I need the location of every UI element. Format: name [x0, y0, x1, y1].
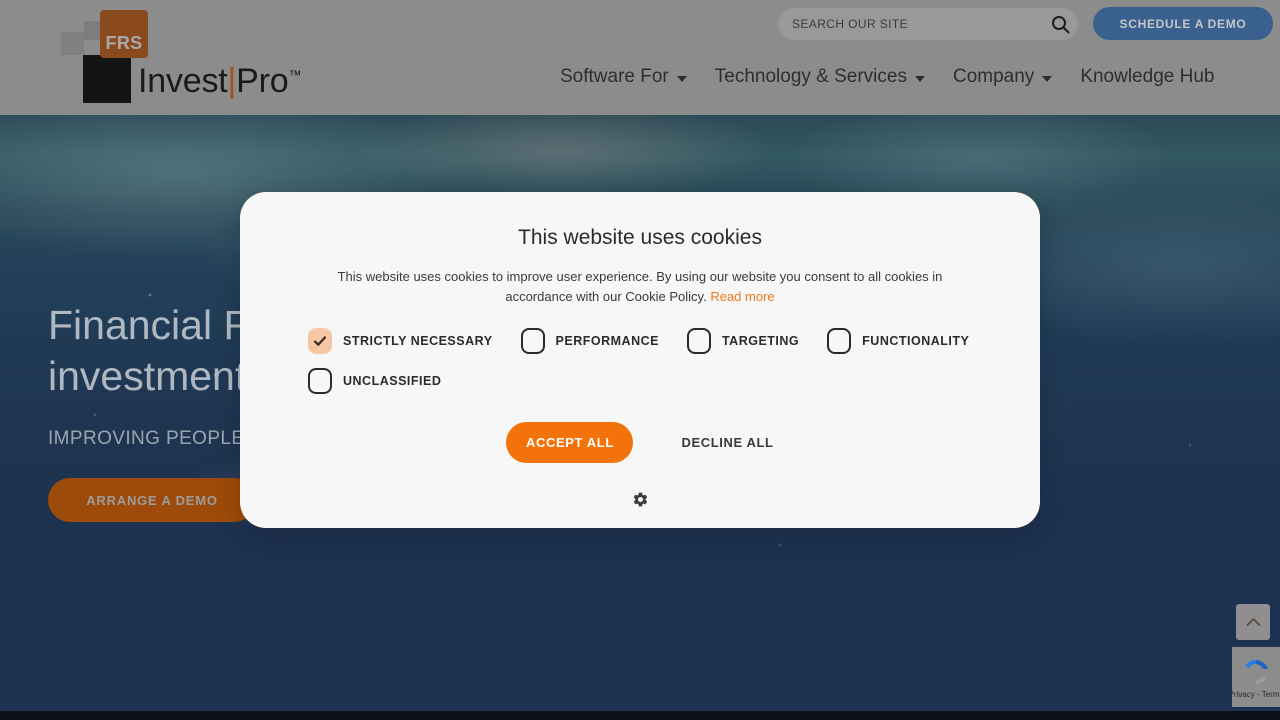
cookie-category-strictly-necessary[interactable]: STRICTLY NECESSARY [308, 328, 493, 354]
site-header: FRS Invest|Pro™ SCHEDULE A DEMO Software… [0, 0, 1280, 115]
cookie-action-buttons: ACCEPT ALL DECLINE ALL [280, 422, 1000, 463]
cookie-category-label: PERFORMANCE [555, 334, 659, 348]
chevron-down-icon[interactable] [1042, 75, 1053, 82]
recaptcha-badge[interactable]: Privacy - Terms [1232, 647, 1280, 707]
cookie-category-label: UNCLASSIFIED [343, 374, 442, 388]
logo-square-black [83, 55, 131, 103]
cookie-category-label: TARGETING [721, 334, 800, 348]
accept-all-button[interactable]: ACCEPT ALL [506, 422, 634, 463]
logo-frs-badge: FRS [100, 10, 148, 58]
cookie-category-label: STRICTLY NECESSARY [343, 334, 493, 348]
nav-item-software-for[interactable]: Software For [560, 66, 687, 88]
cookie-description-text: This website uses cookies to improve use… [337, 269, 943, 304]
frs-investpro-logo[interactable]: FRS Invest|Pro™ [28, 10, 328, 106]
arrange-demo-button[interactable]: ARRANGE A DEMO [48, 478, 256, 522]
nav-label-knowledge-hub: Knowledge Hub [1080, 66, 1215, 87]
nav-label-technology-services: Technology & Services [714, 66, 907, 87]
gear-icon [633, 492, 647, 507]
nav-item-company[interactable]: Company [952, 66, 1053, 88]
logo-wordmark: Invest|Pro™ [138, 62, 301, 101]
cookie-consent-dialog: This website uses cookies This website u… [240, 192, 1040, 528]
logo-wordmark-pro: Pro [236, 62, 289, 100]
check-icon [313, 336, 327, 346]
checkbox-unclassified[interactable] [308, 368, 332, 394]
nav-item-technology-services[interactable]: Technology & Services [715, 66, 925, 88]
cookie-category-list: STRICTLY NECESSARY PERFORMANCE TARGETING… [280, 328, 1000, 394]
logo-wordmark-divider: | [227, 62, 237, 100]
chevron-up-icon [1246, 618, 1260, 626]
logo-frs-text: FRS [105, 33, 143, 53]
chevron-down-icon[interactable] [914, 75, 925, 82]
decline-all-button[interactable]: DECLINE ALL [681, 435, 773, 450]
scroll-to-top-button[interactable] [1236, 604, 1270, 640]
nav-label-company: Company [952, 66, 1035, 87]
page-root: Financial Risk Solutions (FRS) Invest|Pr… [0, 0, 1280, 720]
read-more-link[interactable]: Read more [710, 289, 774, 304]
cookie-settings-button[interactable] [632, 491, 649, 508]
cookie-settings-row [280, 491, 1000, 508]
logo-wordmark-invest: Invest [138, 62, 228, 100]
nav-item-knowledge-hub[interactable]: Knowledge Hub [1080, 66, 1214, 88]
cookie-category-targeting[interactable]: TARGETING [686, 328, 800, 354]
search-icon[interactable] [1042, 8, 1078, 40]
cookie-dialog-title: This website uses cookies [518, 226, 762, 249]
cookie-category-functionality[interactable]: FUNCTIONALITY [827, 328, 969, 354]
checkbox-targeting[interactable] [686, 328, 711, 354]
cookie-category-label: FUNCTIONALITY [862, 334, 970, 348]
checkbox-functionality[interactable] [827, 328, 852, 354]
cookie-dialog-description: This website uses cookies to improve use… [280, 267, 1000, 307]
logo-square-gray-light [61, 32, 84, 55]
checkbox-strictly-necessary[interactable] [308, 328, 332, 354]
os-taskbar-strip [0, 711, 1280, 720]
schedule-demo-button[interactable]: SCHEDULE A DEMO [1093, 7, 1273, 40]
chevron-down-icon[interactable] [676, 75, 687, 82]
search-input[interactable] [778, 17, 1042, 31]
nav-label-software-for: Software For [560, 66, 669, 87]
recaptcha-icon [1243, 659, 1269, 684]
recaptcha-label: Privacy - Terms [1232, 689, 1280, 699]
search-box[interactable] [778, 8, 1078, 40]
cookie-category-performance[interactable]: PERFORMANCE [520, 328, 659, 354]
logo-trademark-symbol: ™ [288, 67, 302, 83]
cookie-category-unclassified[interactable]: UNCLASSIFIED [308, 368, 441, 394]
main-navigation: Software For Technology & Services Compa… [560, 66, 1214, 88]
checkbox-performance[interactable] [520, 328, 545, 354]
